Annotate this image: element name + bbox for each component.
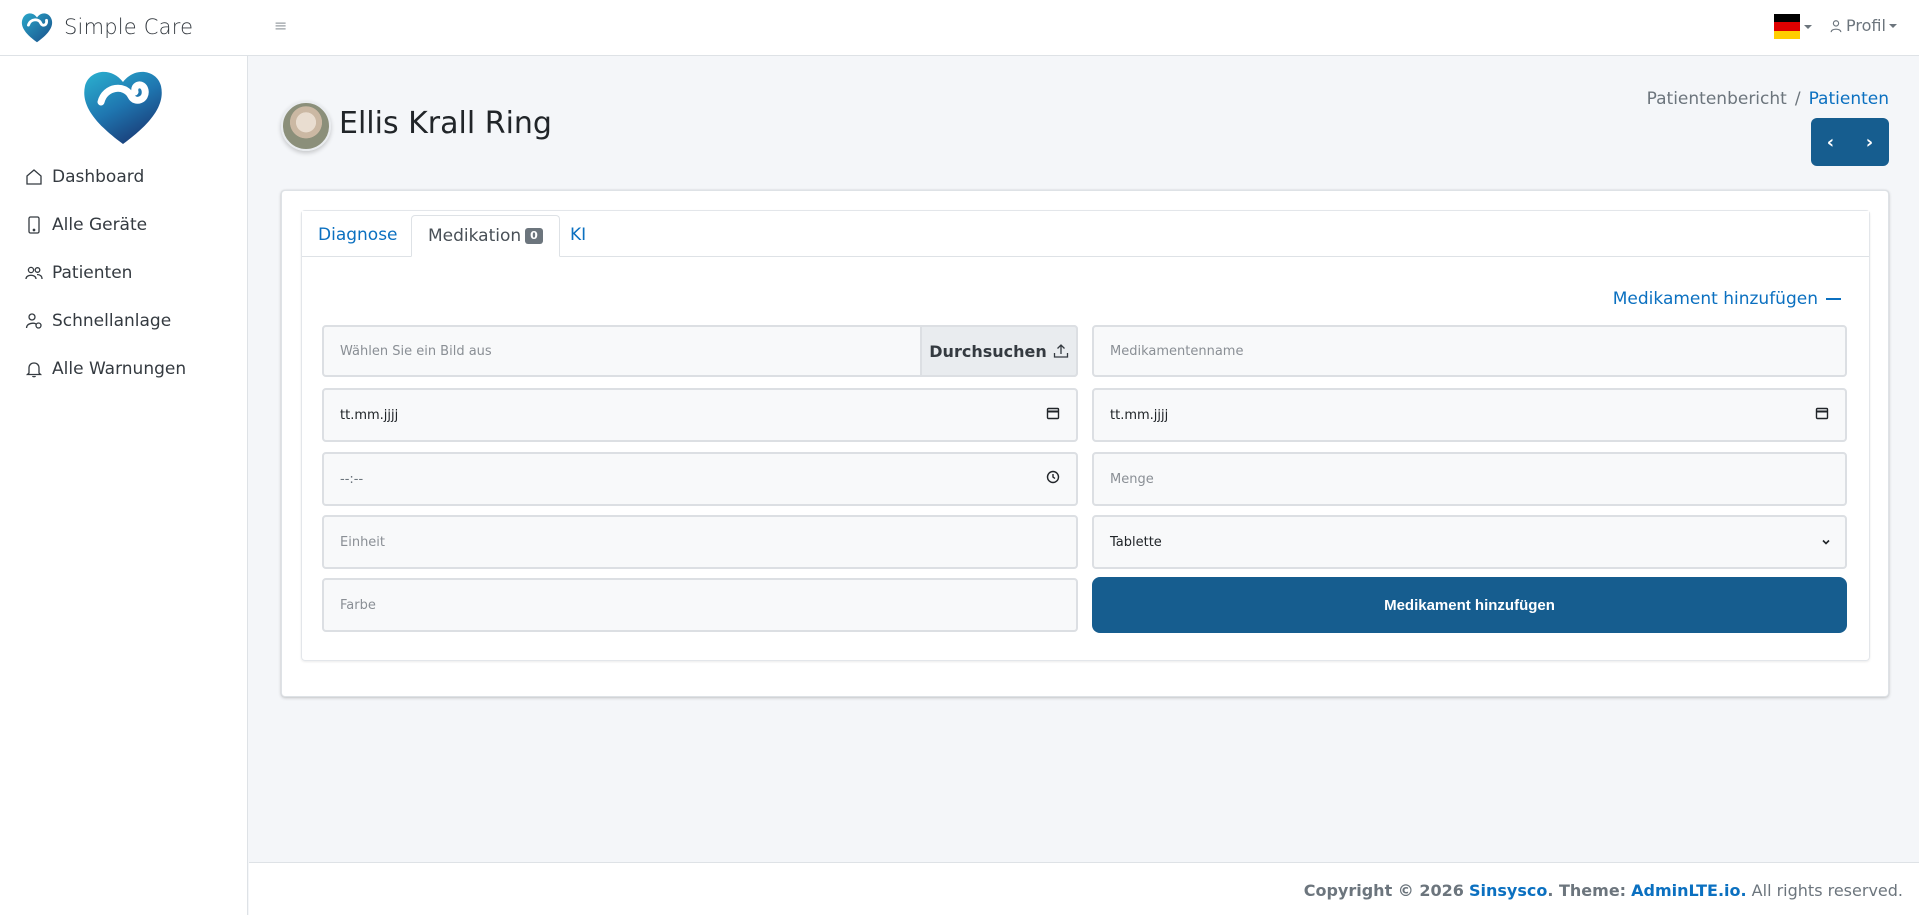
input-placeholder: Medikamentenname bbox=[1110, 343, 1244, 359]
input-placeholder: Einheit bbox=[340, 534, 386, 550]
page-title: Ellis Krall Ring bbox=[339, 106, 552, 141]
tab-label: Diagnose bbox=[318, 225, 398, 245]
home-icon bbox=[26, 169, 42, 185]
brand-name: Simple Care bbox=[64, 15, 194, 39]
tablet-icon bbox=[28, 216, 40, 234]
sidebar-item-quick-setup[interactable]: Schnellanlage bbox=[0, 297, 248, 345]
chevron-down-icon bbox=[1804, 24, 1812, 29]
select-value: Tablette bbox=[1110, 534, 1162, 550]
input-placeholder: Menge bbox=[1110, 471, 1154, 487]
sidebar-item-label: Dashboard bbox=[52, 167, 145, 187]
tab-label: Medikation bbox=[428, 226, 522, 246]
amount-input[interactable]: Menge bbox=[1092, 452, 1847, 506]
hamburger-icon[interactable]: ≡ bbox=[274, 16, 288, 36]
rights-text: All rights reserved. bbox=[1751, 881, 1903, 900]
language-dropdown[interactable] bbox=[1774, 14, 1812, 39]
input-placeholder: tt.mm.jjjj bbox=[1110, 407, 1169, 423]
bell-icon bbox=[25, 362, 43, 378]
calendar-icon[interactable] bbox=[1815, 406, 1829, 420]
footer-text: Copyright © 2026 Sinsysco. Theme: AdminL… bbox=[1304, 881, 1903, 900]
tab-medikation[interactable]: Medikation 0 bbox=[411, 215, 560, 257]
chevron-right-icon[interactable]: › bbox=[1855, 132, 1885, 153]
time-input[interactable]: --:-- bbox=[322, 452, 1078, 506]
minus-icon bbox=[1826, 298, 1841, 300]
sidebar-item-dashboard[interactable]: Dashboard bbox=[0, 153, 248, 201]
upload-icon bbox=[1053, 344, 1068, 358]
form-type-select[interactable]: Tablette bbox=[1092, 515, 1847, 569]
tab-bar: Diagnose Medikation 0 KI bbox=[302, 211, 1869, 257]
image-file-input[interactable]: Wählen Sie ein Bild aus Durchsuchen bbox=[322, 325, 1078, 377]
sidebar: Dashboard Alle Geräte Patienten Schnella… bbox=[0, 56, 248, 915]
user-gear-icon bbox=[25, 313, 42, 329]
theme-link[interactable]: AdminLTE.io. bbox=[1631, 881, 1746, 900]
breadcrumb-separator: / bbox=[1794, 89, 1801, 109]
breadcrumb-current[interactable]: Patienten bbox=[1809, 89, 1889, 109]
chevron-down-icon bbox=[1888, 23, 1897, 28]
heart-logo-icon bbox=[84, 71, 162, 144]
tab-diagnose[interactable]: Diagnose bbox=[302, 215, 414, 257]
theme-prefix: . Theme: bbox=[1547, 881, 1627, 900]
footer: Copyright © 2026 Sinsysco. Theme: AdminL… bbox=[249, 862, 1919, 915]
copyright-text: Copyright © 2026 bbox=[1303, 881, 1464, 900]
clock-icon[interactable] bbox=[1046, 470, 1060, 484]
sidebar-item-label: Schnellanlage bbox=[52, 311, 172, 331]
profile-label: Profil bbox=[1846, 16, 1886, 35]
users-icon bbox=[25, 266, 43, 280]
file-placeholder: Wählen Sie ein Bild aus bbox=[340, 343, 492, 359]
browse-label: Durchsuchen bbox=[929, 341, 1047, 361]
count-badge: 0 bbox=[525, 228, 543, 244]
tabs-card: Diagnose Medikation 0 KI Medikament hinzu… bbox=[301, 210, 1870, 661]
patient-card: Diagnose Medikation 0 KI Medikament hinzu… bbox=[281, 190, 1889, 697]
start-date-input[interactable]: tt.mm.jjjj bbox=[322, 388, 1078, 442]
sidebar-item-label: Patienten bbox=[52, 263, 133, 283]
sidebar-item-patients[interactable]: Patienten bbox=[0, 249, 248, 297]
top-navbar: Simple Care ≡ Profil bbox=[0, 0, 1919, 56]
sidebar-item-label: Alle Geräte bbox=[52, 215, 148, 235]
brand[interactable]: Simple Care bbox=[18, 7, 193, 47]
germany-flag-icon bbox=[1774, 14, 1800, 39]
color-input[interactable]: Farbe bbox=[322, 578, 1078, 632]
input-placeholder: tt.mm.jjjj bbox=[340, 407, 399, 423]
calendar-icon[interactable] bbox=[1046, 406, 1060, 420]
tab-label: KI bbox=[570, 225, 587, 245]
patient-pager: ‹ › bbox=[1811, 118, 1889, 166]
user-icon bbox=[1830, 19, 1842, 32]
chevron-down-icon bbox=[1822, 539, 1830, 545]
toggle-add-medication[interactable]: Medikament hinzufügen bbox=[1613, 289, 1841, 309]
chevron-left-icon[interactable]: ‹ bbox=[1816, 132, 1846, 153]
end-date-input[interactable]: tt.mm.jjjj bbox=[1092, 388, 1847, 442]
sidebar-item-devices[interactable]: Alle Geräte bbox=[0, 201, 248, 249]
sidebar-item-label: Alle Warnungen bbox=[52, 359, 187, 379]
profile-dropdown[interactable]: Profil bbox=[1829, 16, 1897, 35]
browse-button[interactable]: Durchsuchen bbox=[920, 325, 1078, 377]
medication-name-input[interactable]: Medikamentenname bbox=[1092, 325, 1847, 377]
heart-logo-icon bbox=[21, 13, 53, 43]
input-placeholder: --:-- bbox=[340, 471, 364, 487]
button-label: Medikament hinzufügen bbox=[1384, 596, 1555, 614]
breadcrumb: Patientenbericht / Patienten bbox=[1647, 89, 1889, 109]
input-placeholder: Farbe bbox=[340, 597, 376, 613]
unit-input[interactable]: Einheit bbox=[322, 515, 1078, 569]
sidebar-item-warnings[interactable]: Alle Warnungen bbox=[0, 345, 248, 393]
sidebar-nav: Dashboard Alle Geräte Patienten Schnella… bbox=[0, 153, 248, 393]
add-medication-button[interactable]: Medikament hinzufügen bbox=[1092, 577, 1847, 633]
company-link[interactable]: Sinsysco bbox=[1469, 881, 1547, 900]
breadcrumb-parent[interactable]: Patientenbericht bbox=[1647, 89, 1787, 109]
toggle-label: Medikament hinzufügen bbox=[1612, 289, 1818, 309]
patient-avatar bbox=[281, 101, 331, 151]
tab-ki[interactable]: KI bbox=[554, 215, 602, 257]
